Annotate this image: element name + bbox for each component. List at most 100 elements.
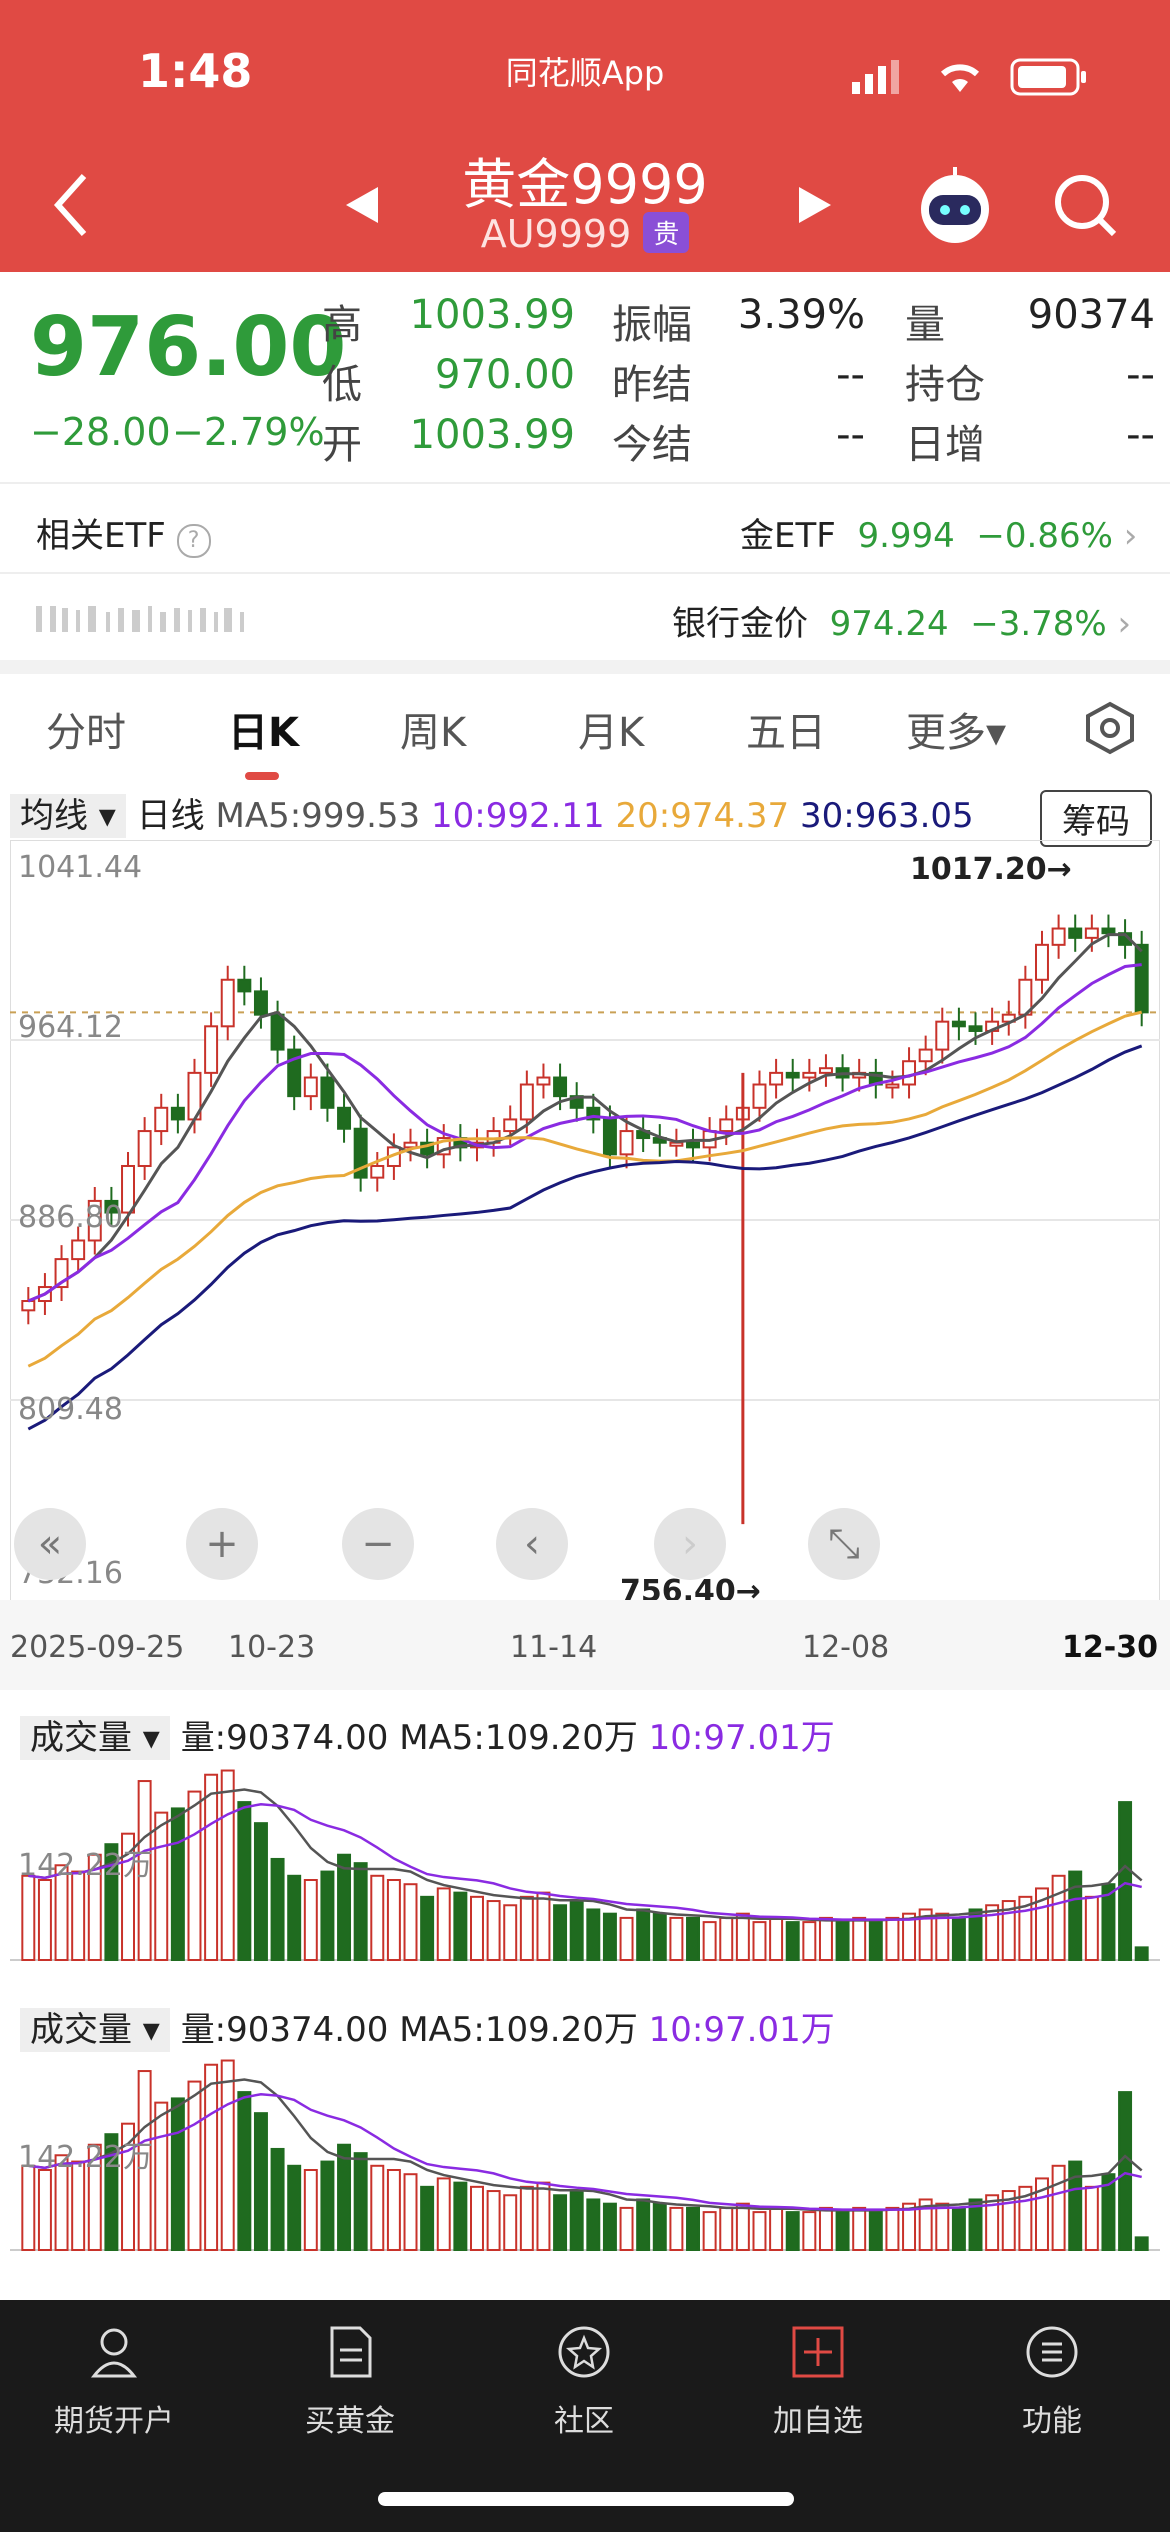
tab-monthly-k[interactable]: 月K (578, 700, 644, 758)
next-contract-icon[interactable] (795, 185, 835, 229)
candle-body (21, 1300, 36, 1312)
volume-bar (868, 2211, 883, 2252)
prev-settle-label: 昨结 (612, 362, 692, 408)
nav-item-functions[interactable]: 功能 (962, 2324, 1142, 2440)
candle-body (602, 1118, 617, 1156)
ma-dropdown[interactable]: 均线 ▾ (10, 794, 126, 838)
volume-bar (170, 1807, 185, 1961)
volume-bar (353, 2152, 368, 2251)
volume-bar (320, 1870, 335, 1961)
volume-dropdown[interactable]: 成交量 ▾ (20, 1716, 170, 1760)
candlestick-chart[interactable] (10, 840, 1160, 1610)
tab-more[interactable]: 更多▾ (906, 700, 1006, 758)
tab-weekly-k[interactable]: 周K (400, 700, 466, 758)
volume-bar (503, 2194, 518, 2251)
scroll-left-icon[interactable]: ‹ (496, 1508, 568, 1580)
candle-body (121, 1164, 135, 1214)
tab-intraday[interactable]: 分时 (46, 700, 126, 758)
category-badge: 贵 (643, 212, 690, 253)
nav-item-account[interactable]: 期货开户 (24, 2324, 204, 2440)
volume-bar (619, 1916, 634, 1961)
bank-gold-quote[interactable]: 银行金价 974.24 −3.78% › (672, 596, 1131, 645)
volume-bar (420, 2185, 435, 2251)
volume-bar (818, 1916, 833, 1961)
chevron-right-icon: › (1117, 604, 1132, 644)
volume-ma10: 10:97.01万 (648, 2010, 835, 2050)
scroll-left-fast-icon[interactable]: « (14, 1508, 86, 1580)
candle-body (253, 990, 268, 1016)
volume-bar (935, 1912, 950, 1961)
volume-chart (10, 1769, 1160, 1962)
nav-item-add-watchlist[interactable]: 加自选 (728, 2324, 908, 2440)
candle-body (1084, 927, 1099, 939)
volume-bar (1118, 1801, 1133, 1961)
y-tick-label: 964.12 (18, 1010, 123, 1045)
volume-bar (802, 1921, 817, 1962)
open-value: 1003.99 (409, 412, 575, 458)
price-change: −28.00 (30, 410, 171, 454)
scroll-right-icon[interactable]: › (654, 1508, 726, 1580)
fullscreen-icon[interactable]: ⤡ (808, 1508, 880, 1580)
chip-button[interactable]: 筹码 (1040, 790, 1152, 847)
volume-bar (1084, 1895, 1099, 1961)
volume-ma5: MA5:109.20万 (399, 2010, 638, 2050)
volume-bar (386, 2169, 401, 2251)
candle-body (686, 1141, 700, 1149)
chart-tabs: 分时 日K 周K 月K 五日 更多▾ (0, 680, 1170, 780)
candle-body (137, 1130, 152, 1167)
volume-bar (436, 2177, 451, 2251)
etf-pct: −0.86% (976, 516, 1113, 556)
x-tick-label: 11-14 (510, 1630, 598, 1665)
volume-bar (835, 1921, 850, 1962)
nav-item-community[interactable]: 社区 (494, 2324, 674, 2440)
volume-dropdown[interactable]: 成交量 ▾ (20, 2008, 170, 2052)
volume-bar (253, 1822, 268, 1961)
tab-five-day[interactable]: 五日 (746, 700, 826, 758)
volume-bar (769, 2206, 784, 2251)
add-box-icon (792, 2326, 844, 2378)
volume-bar (486, 2190, 501, 2251)
chevron-right-icon: › (1123, 516, 1138, 556)
volume-bar (752, 1921, 767, 1962)
x-tick-label: 2025-09-25 (10, 1630, 185, 1665)
candle-body (536, 1076, 551, 1086)
volume-bar (652, 2202, 667, 2251)
etf-name: 金ETF (740, 516, 836, 556)
volume-bar (270, 1857, 285, 1961)
tab-daily-k[interactable]: 日K (228, 700, 299, 758)
info-icon[interactable]: ? (176, 524, 211, 558)
divider (0, 572, 1170, 574)
etf-quote[interactable]: 金ETF 9.994 −0.86% › (740, 508, 1137, 557)
volume-bar (669, 2206, 684, 2251)
candle-body (370, 1164, 385, 1179)
volume-bar (220, 2059, 235, 2251)
volume-bar (852, 1916, 867, 1961)
candle-body (237, 978, 252, 993)
volume-tick-label: 142.22万 (18, 1848, 153, 1883)
search-icon[interactable] (1050, 170, 1120, 244)
settings-hexagon-icon[interactable] (1082, 700, 1138, 760)
signal-icon (852, 60, 904, 98)
robot-assistant-icon[interactable] (915, 165, 995, 249)
zoom-in-icon[interactable]: + (186, 1508, 258, 1580)
volume-bar (1051, 1874, 1066, 1961)
volume-bar (785, 2211, 800, 2252)
volume-bar (1134, 1946, 1149, 1962)
volume-bar (586, 2198, 601, 2251)
wifi-icon (935, 58, 985, 98)
volume-ma5: MA5:109.20万 (399, 1718, 638, 1758)
candle-body (154, 1106, 169, 1133)
person-icon (90, 2328, 138, 2378)
volume-bar (553, 1904, 568, 1961)
nav-item-buy-gold[interactable]: 买黄金 (260, 2324, 440, 2440)
etf-row-label[interactable]: 相关ETF ? (36, 508, 211, 558)
volume-bar (337, 2143, 352, 2251)
zoom-out-icon[interactable]: − (342, 1508, 414, 1580)
ma-legend: 均线 ▾ 日线 MA5:999.53 10:992.11 20:974.37 3… (10, 788, 1160, 838)
etf-price: 9.994 (857, 516, 955, 556)
volume-bar (470, 2185, 484, 2251)
candle-body (519, 1083, 534, 1121)
volume-bar (652, 1912, 667, 1961)
volume-bar (204, 2063, 219, 2251)
y-tick-label: 809.48 (18, 1392, 123, 1427)
